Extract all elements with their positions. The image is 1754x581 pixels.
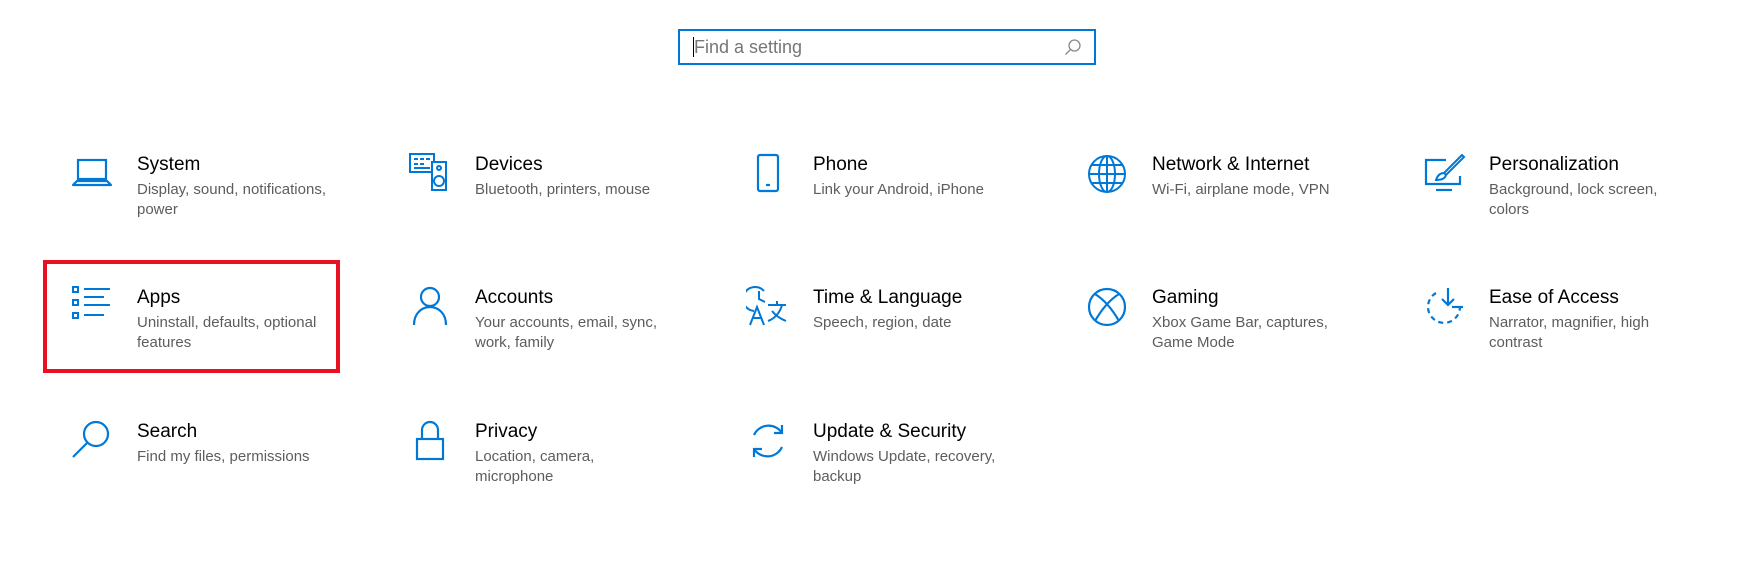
tile-description: Background, lock screen, colors <box>1489 181 1658 218</box>
tile-description: Link your Android, iPhone <box>813 181 984 198</box>
tile-description: Wi-Fi, airplane mode, VPN <box>1152 181 1330 198</box>
tile-description: Xbox Game Bar, captures, Game Mode <box>1152 314 1328 351</box>
tile-title: Search <box>137 421 198 442</box>
paint-icon <box>1422 152 1466 196</box>
tile-title: Apps <box>137 287 181 308</box>
tile-description: Your accounts, email, sync, work, family <box>475 314 658 351</box>
time-language-icon <box>742 285 790 329</box>
search-box[interactable] <box>678 29 1096 65</box>
tile-title: Personalization <box>1489 154 1619 175</box>
person-icon <box>408 285 452 329</box>
globe-icon <box>1085 152 1129 196</box>
tile-description: Speech, region, date <box>813 314 952 331</box>
tile-description: Display, sound, notifications, power <box>137 181 326 218</box>
search-magnifier-icon[interactable] <box>1062 36 1084 58</box>
tile-description: Find my files, permissions <box>137 448 310 465</box>
tile-title: Gaming <box>1152 287 1219 308</box>
tile-update-security[interactable]: Update & Security Windows Update, recove… <box>722 419 1022 531</box>
search-icon <box>70 419 114 463</box>
tile-title: System <box>137 154 201 175</box>
tile-description: Location, camera, microphone <box>475 448 595 485</box>
text-caret <box>693 37 694 57</box>
tile-personalization[interactable]: Personalization Background, lock screen,… <box>1398 152 1698 264</box>
tile-title: Network & Internet <box>1152 154 1310 175</box>
tile-network-internet[interactable]: Network & Internet Wi-Fi, airplane mode,… <box>1061 152 1361 264</box>
tile-description: Bluetooth, printers, mouse <box>475 181 651 198</box>
laptop-icon <box>70 152 114 196</box>
ease-of-access-icon <box>1422 285 1466 329</box>
settings-home: System Display, sound, notifications, po… <box>0 0 1754 581</box>
tile-description: Uninstall, defaults, optional features <box>137 314 317 351</box>
tile-accounts[interactable]: Accounts Your accounts, email, sync, wor… <box>384 285 684 397</box>
tile-apps[interactable]: Apps Uninstall, defaults, optional featu… <box>46 285 346 397</box>
tile-title: Privacy <box>475 421 538 442</box>
tile-system[interactable]: System Display, sound, notifications, po… <box>46 152 346 264</box>
lock-icon <box>408 419 452 463</box>
tile-title: Update & Security <box>813 421 967 442</box>
tile-title: Devices <box>475 154 543 175</box>
tile-gaming[interactable]: Gaming Xbox Game Bar, captures, Game Mod… <box>1061 285 1361 397</box>
sync-icon <box>746 419 790 463</box>
tile-search[interactable]: Search Find my files, permissions <box>46 419 346 531</box>
xbox-icon <box>1085 285 1129 329</box>
search-input[interactable] <box>680 31 1062 63</box>
tile-privacy[interactable]: Privacy Location, camera, microphone <box>384 419 684 531</box>
apps-list-icon <box>70 285 114 329</box>
tile-title: Phone <box>813 154 868 175</box>
tile-devices[interactable]: Devices Bluetooth, printers, mouse <box>384 152 684 264</box>
tile-title: Ease of Access <box>1489 287 1619 308</box>
tile-description: Narrator, magnifier, high contrast <box>1489 314 1650 351</box>
tile-description: Windows Update, recovery, backup <box>813 448 996 485</box>
tile-ease-of-access[interactable]: Ease of Access Narrator, magnifier, high… <box>1398 285 1698 397</box>
tile-title: Time & Language <box>813 287 963 308</box>
devices-icon <box>408 152 452 196</box>
tile-time-language[interactable]: Time & Language Speech, region, date <box>722 285 1022 397</box>
tile-phone[interactable]: Phone Link your Android, iPhone <box>722 152 1022 264</box>
phone-icon <box>746 152 790 196</box>
tile-title: Accounts <box>475 287 554 308</box>
